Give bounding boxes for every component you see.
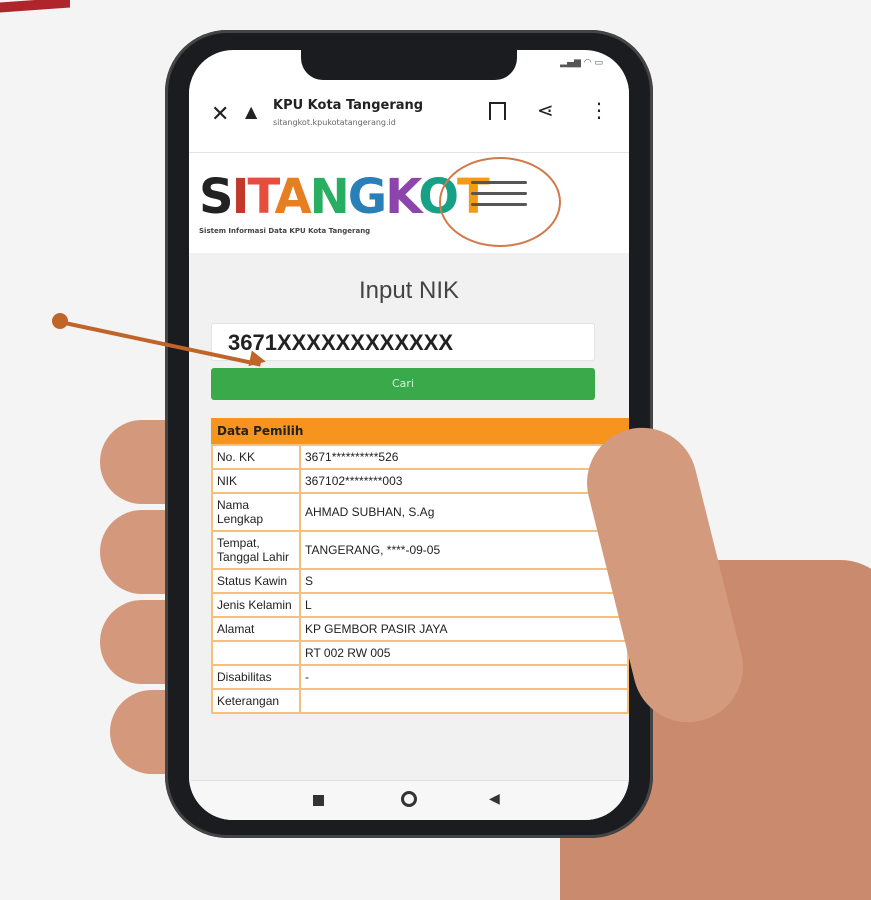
row-label: Nama Lengkap: [211, 492, 301, 532]
row-label: Tempat, Tanggal Lahir: [211, 530, 301, 570]
table-row: RT 002 RW 005: [211, 640, 629, 666]
smartphone: ▂▄▆ ◠ ▭ ✕ ▲ KPU Kota Tangerang sitangkot…: [165, 30, 653, 838]
table-row: Status Kawin S: [211, 568, 629, 594]
table-header: Data Pemilih: [211, 418, 629, 444]
share-icon[interactable]: ⋖: [537, 98, 554, 122]
annotation-arrow-head: [248, 350, 268, 370]
phone-notch: [301, 50, 517, 80]
back-icon[interactable]: ◀: [489, 791, 500, 807]
row-value: [299, 688, 629, 714]
row-label: [211, 640, 301, 666]
logo-subtitle: Sistem Informasi Data KPU Kota Tangerang: [199, 227, 371, 235]
voter-data-table: Data Pemilih No. KK 3671**********526 NI…: [211, 418, 629, 714]
android-nav-bar: ◀: [189, 780, 629, 820]
row-label: NIK: [211, 468, 301, 494]
row-value: 367102********003: [299, 468, 629, 494]
search-button[interactable]: Cari: [211, 368, 595, 400]
more-vert-icon[interactable]: ⋮: [589, 98, 609, 122]
home-icon[interactable]: [401, 791, 417, 807]
phone-screen: ▂▄▆ ◠ ▭ ✕ ▲ KPU Kota Tangerang sitangkot…: [189, 50, 629, 820]
hamburger-menu-icon[interactable]: [471, 173, 527, 217]
row-value: KP GEMBOR PASIR JAYA: [299, 616, 629, 642]
row-value: 3671**********526: [299, 444, 629, 470]
row-value: S: [299, 568, 629, 594]
nik-input[interactable]: 3671XXXXXXXXXXXX: [211, 323, 595, 361]
table-row: No. KK 3671**********526: [211, 444, 629, 470]
row-value: TANGERANG, ****-09-05: [299, 530, 629, 570]
browser-url[interactable]: sitangkot.kpukotatangerang.id: [273, 118, 396, 127]
row-value: -: [299, 664, 629, 690]
table-row: Nama Lengkap AHMAD SUBHAN, S.Ag: [211, 492, 629, 532]
table-row: NIK 367102********003: [211, 468, 629, 494]
photo-scene: ▂▄▆ ◠ ▭ ✕ ▲ KPU Kota Tangerang sitangkot…: [0, 0, 871, 900]
row-label: No. KK: [211, 444, 301, 470]
browser-toolbar: ✕ ▲ KPU Kota Tangerang sitangkot.kpukota…: [189, 82, 629, 153]
table-row: Keterangan: [211, 688, 629, 714]
row-value: AHMAD SUBHAN, S.Ag: [299, 492, 629, 532]
row-value: L: [299, 592, 629, 618]
main-content: Input NIK 3671XXXXXXXXXXXX Cari Data Pem…: [189, 253, 629, 820]
table-row: Tempat, Tanggal Lahir TANGERANG, ****-09…: [211, 530, 629, 570]
table-row: Jenis Kelamin L: [211, 592, 629, 618]
row-label: Disabilitas: [211, 664, 301, 690]
row-value: RT 002 RW 005: [299, 640, 629, 666]
row-label: Alamat: [211, 616, 301, 642]
page-title: Input NIK: [358, 277, 460, 304]
corner-mark: [0, 0, 70, 13]
bookmark-icon[interactable]: [489, 102, 506, 120]
recent-apps-icon[interactable]: [313, 795, 324, 806]
browser-page-title: KPU Kota Tangerang: [273, 98, 424, 113]
row-label: Keterangan: [211, 688, 301, 714]
row-label: Jenis Kelamin: [211, 592, 301, 618]
status-bar-icons: ▂▄▆ ◠ ▭: [560, 58, 603, 68]
site-header: SITANGKOT Sistem Informasi Data KPU Kota…: [189, 153, 629, 253]
table-row: Alamat KP GEMBOR PASIR JAYA: [211, 616, 629, 642]
table-row: Disabilitas -: [211, 664, 629, 690]
row-label: Status Kawin: [211, 568, 301, 594]
warning-icon[interactable]: ▲: [245, 102, 257, 121]
close-icon[interactable]: ✕: [211, 102, 229, 127]
